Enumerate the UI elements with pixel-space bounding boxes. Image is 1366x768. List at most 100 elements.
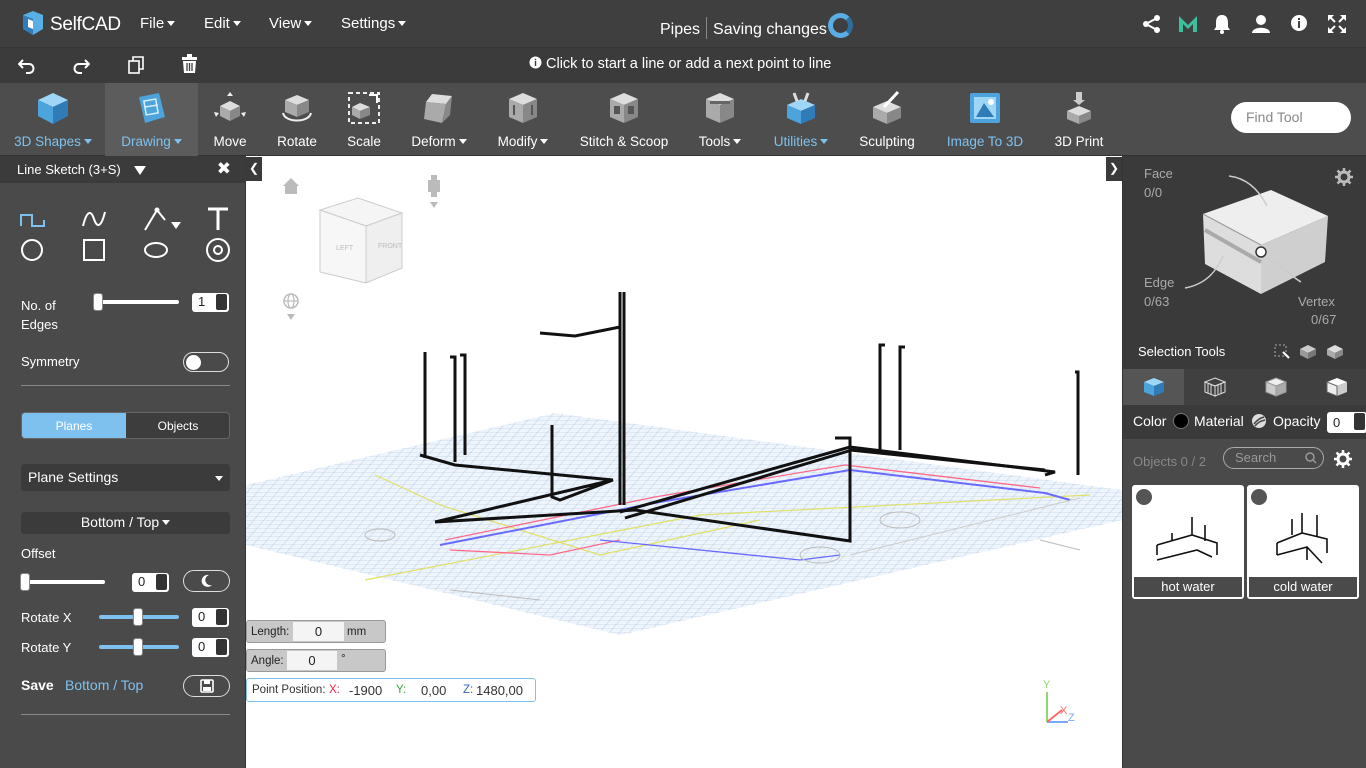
color-swatch[interactable] <box>1173 413 1189 429</box>
select-radio[interactable] <box>1249 487 1269 507</box>
edges-label: No. of Edges <box>21 298 58 332</box>
stepper-arrows-icon[interactable] <box>1354 413 1365 430</box>
polyline-icon[interactable] <box>20 206 46 232</box>
scene-canvas[interactable]: LEFT FRONT Y X Z <box>246 156 1122 768</box>
close-icon[interactable]: ✖ <box>217 159 231 179</box>
tab-objects[interactable]: Objects <box>126 413 229 438</box>
collapse-right-panel-button[interactable]: ❯ <box>1106 157 1122 181</box>
material-sphere-icon[interactable] <box>1251 413 1267 429</box>
orbit-globe-icon[interactable] <box>283 293 299 320</box>
tool-tools[interactable]: Tools <box>690 83 750 156</box>
objects-search-input[interactable]: Search <box>1223 447 1324 469</box>
project-name[interactable]: Pipes <box>660 21 700 38</box>
angle-input[interactable]: 0 <box>287 651 337 670</box>
rotate-x-stepper[interactable]: 0 <box>192 608 229 627</box>
ring-icon[interactable] <box>205 237 231 263</box>
tool-stitch-scoop[interactable]: Stitch & Scoop <box>575 83 673 156</box>
circle-icon[interactable] <box>20 237 46 263</box>
angle-unit: ° <box>341 653 346 665</box>
plane-settings-dropdown[interactable]: Plane Settings <box>21 464 230 491</box>
rectangle-icon[interactable] <box>81 237 107 263</box>
offset-stepper[interactable]: 0 <box>132 573 169 592</box>
home-view-icon[interactable] <box>283 178 299 194</box>
view-cube[interactable]: LEFT FRONT <box>318 197 404 284</box>
collapse-left-panel-button[interactable]: ❮ <box>246 157 262 181</box>
info-icon[interactable] <box>1290 14 1308 32</box>
camera-projection-icon[interactable] <box>428 175 440 208</box>
cube-icon <box>38 93 68 124</box>
tool-image-to-3d[interactable]: Image To 3D <box>940 83 1030 156</box>
tool-move[interactable]: Move <box>203 83 257 156</box>
notification-bell-icon[interactable] <box>1213 14 1231 34</box>
object-card-hot-water[interactable]: hot water <box>1132 485 1244 599</box>
stepper-arrows-icon[interactable] <box>216 609 227 625</box>
gear-icon[interactable] <box>1335 168 1353 186</box>
tool-sculpting[interactable]: Sculpting <box>852 83 922 156</box>
stepper-arrows-icon[interactable] <box>216 639 227 655</box>
edges-stepper[interactable]: 1 <box>192 293 229 312</box>
rotate-x-slider-knob[interactable] <box>133 608 143 626</box>
tool-3d-shapes[interactable]: 3D Shapes <box>8 83 98 156</box>
tool-deform[interactable]: Deform <box>404 83 474 156</box>
object-card-cold-water[interactable]: cold water <box>1247 485 1359 599</box>
stepper-arrows-icon[interactable] <box>156 574 167 590</box>
utilities-icon <box>787 92 815 124</box>
copy-icon[interactable] <box>127 56 145 74</box>
gear-icon[interactable] <box>1334 450 1352 468</box>
bezier-pen-icon[interactable] <box>143 206 183 232</box>
deform-icon <box>424 94 452 123</box>
opacity-stepper[interactable]: 0 <box>1327 412 1366 433</box>
length-input[interactable]: 0 <box>293 622 344 641</box>
rotate-y-slider-knob[interactable] <box>133 638 143 656</box>
tab-edge-mode[interactable] <box>1245 369 1306 405</box>
select-radio[interactable] <box>1134 487 1154 507</box>
redo-icon[interactable] <box>72 57 90 75</box>
3d-viewport[interactable]: LEFT FRONT Y X Z <box>246 156 1122 768</box>
menu-view[interactable]: View <box>269 15 313 32</box>
ellipse-icon[interactable] <box>143 237 169 263</box>
myminifactory-icon[interactable] <box>1178 14 1198 34</box>
selfcad-logo[interactable]: SelfCAD <box>20 10 121 38</box>
tool-modify[interactable]: Modify <box>490 83 556 156</box>
rotate-y-stepper[interactable]: 0 <box>192 638 229 657</box>
tab-face-mode[interactable] <box>1306 369 1366 405</box>
menu-edit[interactable]: Edit <box>204 15 241 32</box>
edges-slider-knob[interactable] <box>93 293 103 311</box>
tool-3d-print[interactable]: 3D Print <box>1048 83 1110 156</box>
offset-slider[interactable] <box>21 580 105 584</box>
text-icon[interactable] <box>205 206 231 232</box>
offset-reset-button[interactable] <box>183 570 230 592</box>
share-icon[interactable] <box>1142 14 1162 34</box>
fullscreen-icon[interactable] <box>1327 14 1347 34</box>
chevron-down-icon <box>83 139 92 144</box>
z-value[interactable]: 1480,00 <box>476 683 523 698</box>
tab-planes[interactable]: Planes <box>22 413 126 438</box>
edges-slider[interactable] <box>95 300 179 304</box>
menu-settings[interactable]: Settings <box>341 15 407 32</box>
panel-menu-caret-icon[interactable] <box>134 166 147 175</box>
x-value[interactable]: -1900 <box>349 683 382 698</box>
tool-rotate[interactable]: Rotate <box>270 83 324 156</box>
y-value[interactable]: 0,00 <box>421 683 446 698</box>
undo-icon[interactable] <box>18 57 36 75</box>
tab-vertex-mode[interactable] <box>1184 369 1245 405</box>
save-plane-button[interactable] <box>183 675 230 697</box>
tool-utilities[interactable]: Utilities <box>766 83 836 156</box>
tab-object-mode[interactable] <box>1123 369 1184 405</box>
symmetry-toggle[interactable] <box>183 352 229 372</box>
user-profile-icon[interactable] <box>1251 14 1271 34</box>
find-tool-input[interactable]: Find Tool <box>1231 102 1351 133</box>
trash-icon[interactable] <box>181 54 198 74</box>
plane-select-dropdown[interactable]: Bottom / Top <box>21 512 230 534</box>
offset-slider-knob[interactable] <box>20 573 30 591</box>
curve-icon[interactable] <box>81 206 107 232</box>
select-connected-icon[interactable] <box>1299 344 1317 360</box>
stepper-arrows-icon[interactable] <box>216 294 227 310</box>
view-cube-left-face: LEFT <box>336 245 354 252</box>
selection-mode-cube[interactable] <box>1183 170 1333 310</box>
select-all-icon[interactable] <box>1326 344 1344 360</box>
box-select-icon[interactable] <box>1274 344 1290 360</box>
tool-scale[interactable]: Scale <box>337 83 391 156</box>
tool-drawing[interactable]: Drawing <box>105 83 198 156</box>
menu-file[interactable]: File <box>140 15 176 32</box>
